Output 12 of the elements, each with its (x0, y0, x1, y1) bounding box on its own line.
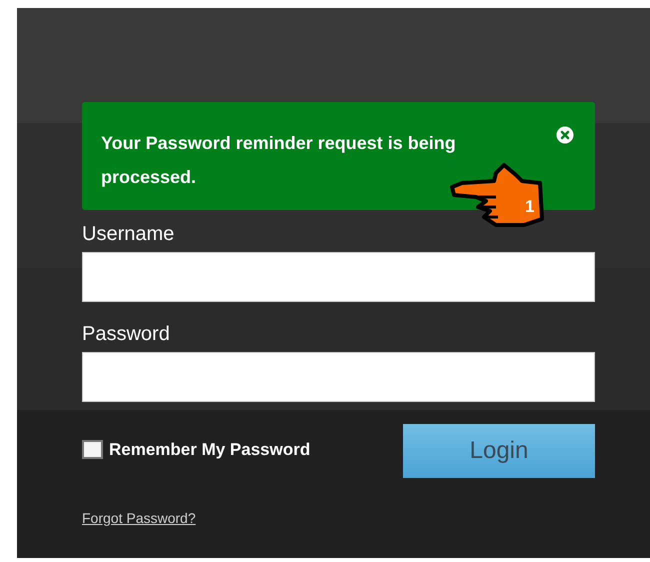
login-button[interactable]: Login (403, 424, 595, 478)
checkbox[interactable] (82, 440, 103, 459)
checkbox-label: Remember My Password (109, 438, 310, 461)
pointing-hand-icon (448, 163, 546, 227)
field-label: Password (82, 322, 171, 346)
input-field[interactable] (82, 352, 595, 402)
alert-message: Your Password reminder request is being processed. (101, 132, 457, 189)
forgot-password-link[interactable]: Forgot Password? (82, 508, 196, 529)
callout-number: 1 (525, 198, 534, 215)
field-label: Username (82, 222, 176, 246)
input-field[interactable] (82, 252, 595, 302)
close-icon[interactable] (556, 126, 574, 144)
